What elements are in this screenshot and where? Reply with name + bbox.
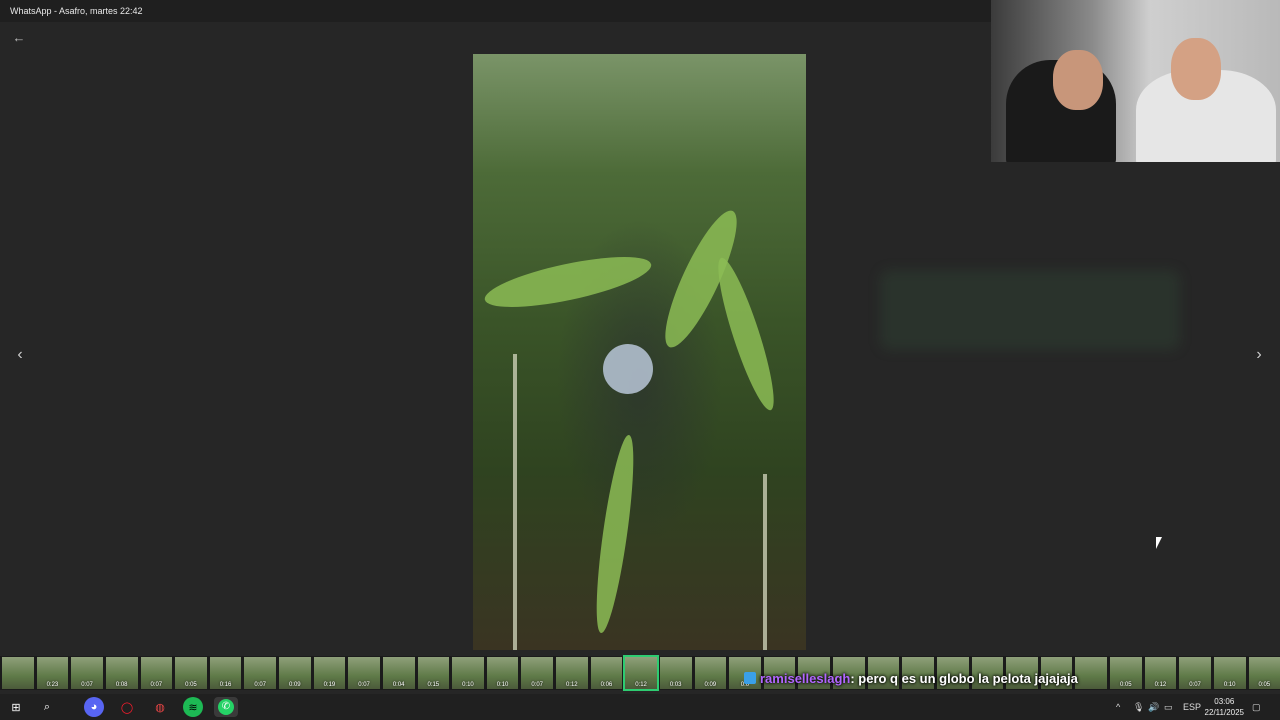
thumbnail-duration: 0:12	[635, 682, 647, 688]
whatsapp-icon[interactable]: ✆	[214, 697, 238, 717]
search-icon[interactable]: ⌕	[37, 697, 57, 717]
filmstrip-thumbnail[interactable]: 0:04	[382, 657, 415, 689]
thumbnail-duration: 0:08	[115, 682, 128, 688]
filmstrip-thumbnail[interactable]	[2, 657, 34, 689]
chevron-right-icon[interactable]: ›	[1251, 345, 1267, 365]
thumbnail-duration: 0:12	[565, 682, 578, 688]
thumbnail-duration: 0:10	[1223, 682, 1236, 688]
filmstrip-thumbnail[interactable]: 0:08	[105, 657, 138, 689]
opera-icon[interactable]: ◯	[117, 697, 137, 717]
filmstrip-thumbnail[interactable]: 0:07	[140, 657, 173, 689]
chat-badge-icon	[744, 672, 756, 684]
thumbnail-duration: 0:07	[1189, 682, 1201, 688]
filmstrip-thumbnail[interactable]: 0:06	[590, 657, 623, 689]
clock-time: 03:06	[1214, 697, 1235, 706]
thumbnail-duration: 0:07	[531, 682, 544, 688]
thumbnail-duration: 0:12	[1154, 682, 1167, 688]
thumbnail-duration: 0:06	[600, 682, 613, 688]
thumbnail-duration: 0:03	[669, 682, 682, 688]
media-video-frame[interactable]	[473, 54, 806, 650]
thumbnail-duration: 0:04	[392, 682, 405, 688]
system-clock[interactable]: 03:06 22/11/2025	[1205, 696, 1244, 718]
filmstrip-thumbnail[interactable]: 0:23	[36, 657, 69, 689]
chevron-left-icon[interactable]: ‹	[12, 345, 28, 365]
discord-icon[interactable]: ◕	[84, 697, 104, 717]
window-title: WhatsApp - Asafro, martes 22:42	[10, 6, 143, 16]
thumbnail-duration: 0:16	[219, 682, 232, 688]
filmstrip-thumbnail[interactable]: 0:07	[71, 657, 103, 689]
video-content	[513, 354, 517, 650]
clock-date: 22/11/2025	[1204, 708, 1244, 717]
spotify-icon[interactable]: ≋	[183, 697, 203, 717]
thumbnail-duration: 0:15	[427, 682, 440, 688]
filmstrip-thumbnail[interactable]: 0:07	[348, 657, 380, 689]
filmstrip-thumbnail[interactable]: 0:12	[1144, 657, 1177, 689]
thumbnail-duration: 0:19	[323, 682, 336, 688]
streamer-webcam-overlay	[991, 0, 1280, 162]
app-icon[interactable]: ◍	[150, 697, 170, 717]
filmstrip-thumbnail[interactable]: 0:19	[313, 657, 346, 689]
filmstrip-thumbnail[interactable]	[1075, 657, 1107, 689]
windows-taskbar: ⊞ ⌕ ◕ ◯ ◍ ≋ ✆ ^ 🎙 🔊 ▭ ESP 03:06 22/11/20…	[0, 694, 1280, 720]
filmstrip-thumbnail[interactable]: 0:09	[279, 657, 311, 689]
filmstrip-thumbnail[interactable]: 0:12	[556, 657, 588, 689]
filmstrip-thumbnail[interactable]: 0:09	[694, 657, 727, 689]
media-filmstrip: 0:23 0:07 0:08 0:07 0:05 0:16 0:07 0:09 0:19 0:07…	[0, 655, 1280, 691]
language-indicator[interactable]: ESP	[1183, 694, 1201, 720]
filmstrip-thumbnail[interactable]: 0:05	[1248, 657, 1280, 689]
filmstrip-thumbnail[interactable]: 0:15	[417, 657, 450, 689]
filmstrip-thumbnail[interactable]: 0:03	[659, 657, 692, 689]
windows-start-icon[interactable]: ⊞	[6, 697, 26, 717]
thumbnail-duration: 0:07	[81, 682, 93, 688]
filmstrip-thumbnail[interactable]: 0:12	[623, 655, 659, 691]
thumbnail-duration: 0:07	[358, 682, 370, 688]
thumbnail-duration: 0:05	[185, 682, 197, 688]
thumbnail-duration: 0:07	[254, 682, 267, 688]
thumbnail-duration: 0:09	[704, 682, 717, 688]
filmstrip-thumbnail[interactable]: 0:07	[244, 657, 276, 689]
filmstrip-thumbnail[interactable]: 0:07	[1179, 657, 1211, 689]
thumbnail-duration: 0:07	[150, 682, 163, 688]
filmstrip-thumbnail[interactable]: 0:10	[486, 657, 519, 689]
back-arrow-icon[interactable]: ←	[10, 30, 28, 46]
thumbnail-duration: 0:10	[462, 682, 474, 688]
stream-chat-message: ramiselleslagh: pero q es un globo la pe…	[744, 670, 1078, 688]
filmstrip-thumbnail[interactable]: 0:05	[175, 657, 207, 689]
filmstrip-thumbnail[interactable]: 0:07	[521, 657, 553, 689]
ball	[603, 344, 653, 394]
thumbnail-duration: 0:23	[46, 682, 59, 688]
microphone-icon[interactable]: 🎙	[1133, 694, 1144, 720]
filmstrip-thumbnail[interactable]: 0:16	[209, 657, 242, 689]
notifications-icon[interactable]: ▢	[1252, 694, 1261, 720]
chat-message-text: : pero q es un globo la pelota jajajaja	[850, 671, 1078, 686]
chat-username: ramiselleslagh	[760, 671, 851, 686]
tray-chevron-up-icon[interactable]: ^	[1116, 694, 1120, 720]
thumbnail-duration: 0:09	[288, 682, 301, 688]
mouse-cursor	[1156, 537, 1162, 549]
volume-icon[interactable]: 🔊	[1148, 694, 1159, 720]
network-icon[interactable]: ▭	[1164, 694, 1173, 720]
thumbnail-duration: 0:05	[1258, 682, 1271, 688]
filmstrip-thumbnail[interactable]: 0:05	[1110, 657, 1142, 689]
thumbnail-duration: 0:10	[496, 682, 509, 688]
thumbnail-duration: 0:05	[1119, 682, 1132, 688]
filmstrip-thumbnail[interactable]: 0:10	[452, 657, 484, 689]
filmstrip-thumbnail[interactable]: 0:10	[1213, 657, 1246, 689]
